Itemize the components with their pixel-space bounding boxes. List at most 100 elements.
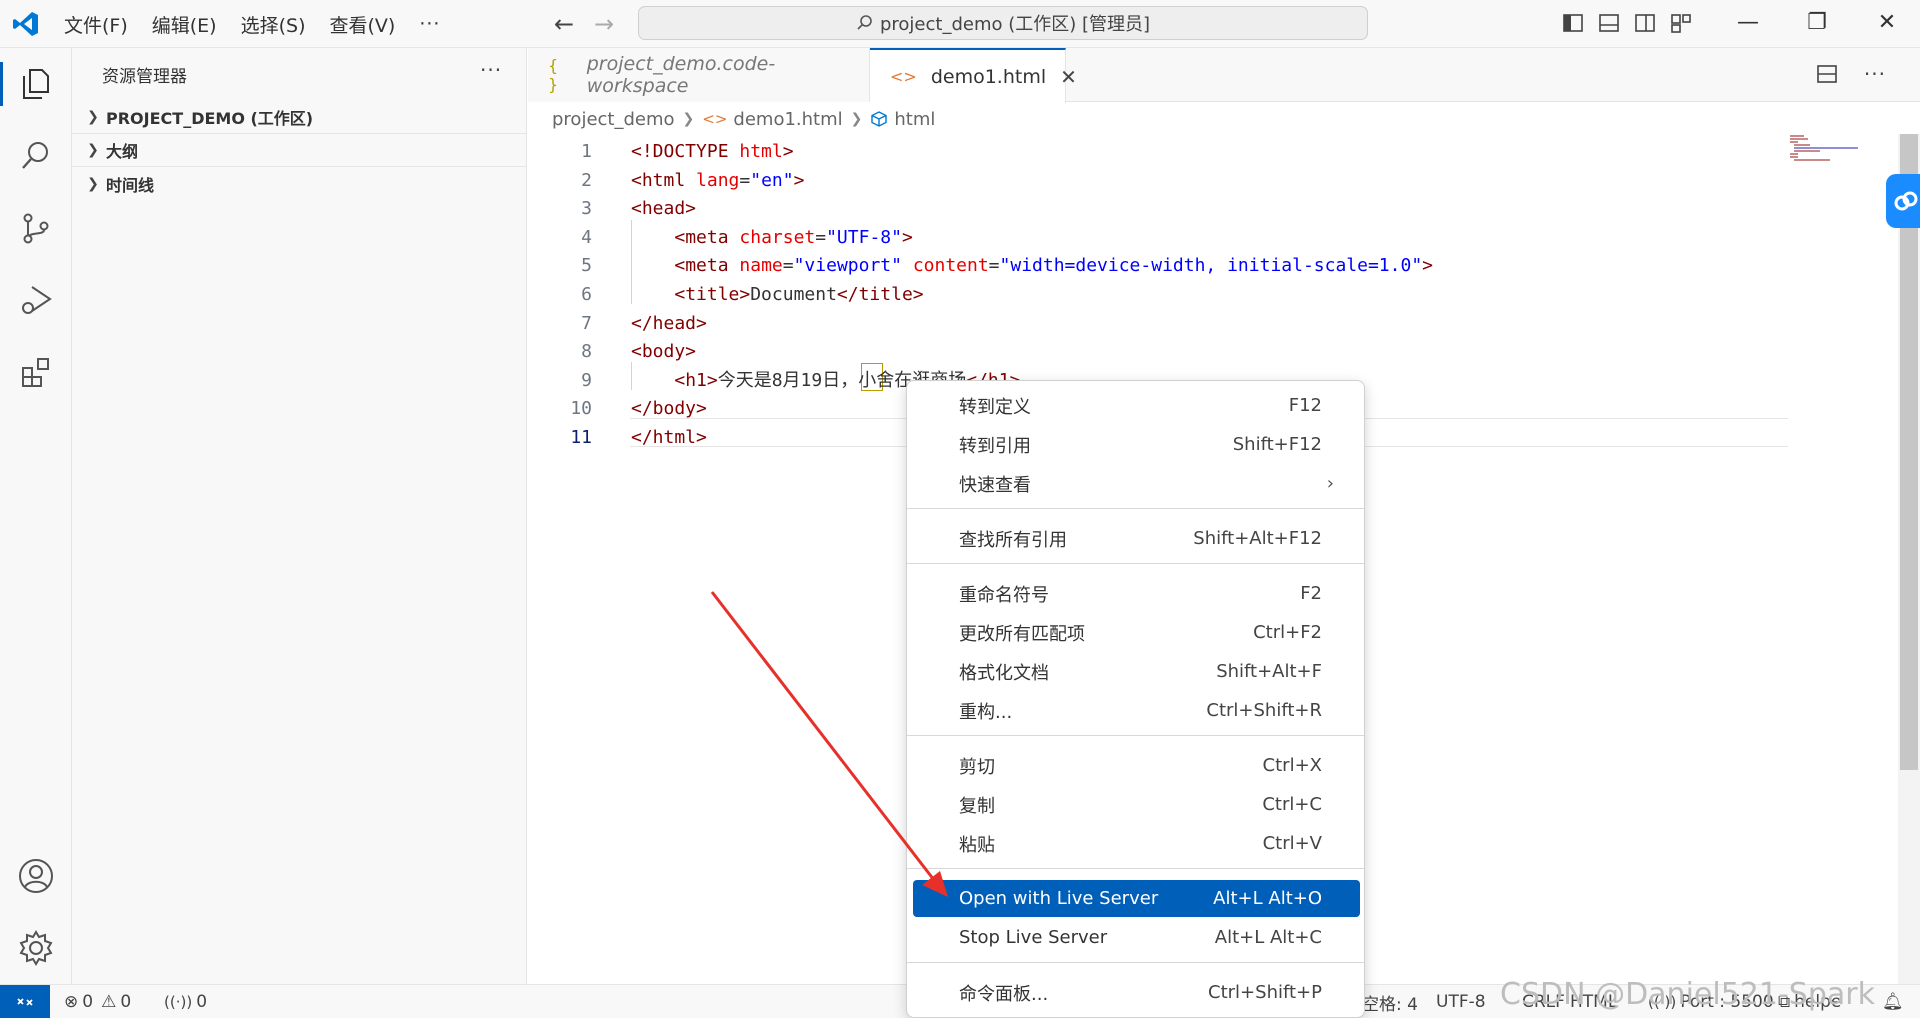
customize-layout-icon[interactable]: [1670, 12, 1692, 34]
menu-selection[interactable]: 选择(S): [241, 11, 306, 38]
menu-more-button[interactable]: ···: [419, 13, 440, 35]
accounts-button[interactable]: [14, 854, 58, 898]
vertical-scrollbar[interactable]: [1898, 134, 1920, 984]
search-icon: [22, 142, 48, 169]
code-line[interactable]: 7 </head>: [528, 310, 1898, 338]
menu-item-label: 粘贴: [959, 834, 995, 856]
menu-item[interactable]: 重命名符号 F2: [913, 575, 1360, 612]
close-window-button[interactable]: ✕: [1872, 8, 1902, 38]
editor-more-button[interactable]: ···: [1864, 62, 1886, 86]
error-icon: ⊗: [64, 992, 79, 1012]
code-line[interactable]: 6 <title>Document</title>: [528, 281, 1898, 309]
toggle-primary-sidebar-icon[interactable]: [1562, 12, 1584, 34]
forward-arrow-icon[interactable]: →: [594, 10, 614, 38]
warning-icon: ⚠: [101, 992, 117, 1012]
section-label: 时间线: [106, 175, 155, 195]
code-token: "width=device-width, initial-scale=1.0": [999, 255, 1423, 277]
code-text: <title>Document</title>: [631, 281, 923, 309]
tab-demo1-html[interactable]: <> demo1.html ✕: [870, 48, 1077, 103]
menu-item-label: Stop Live Server: [959, 927, 1108, 948]
menu-item[interactable]: 复制 Ctrl+C: [913, 786, 1360, 823]
toggle-secondary-sidebar-icon[interactable]: [1634, 12, 1656, 34]
encoding-indicator[interactable]: UTF-8: [1436, 985, 1486, 1018]
breadcrumb-item[interactable]: project_demo: [552, 109, 675, 130]
section-workspace[interactable]: ❯ PROJECT_DEMO (工作区): [72, 101, 527, 134]
code-line[interactable]: 5 <meta name="viewport" content="width=d…: [528, 252, 1898, 280]
menu-item-label: 更改所有匹配项: [959, 623, 1085, 645]
warning-count: 0: [120, 992, 132, 1012]
command-center[interactable]: project_demo (工作区) [管理员]: [638, 6, 1368, 40]
menu-view[interactable]: 查看(V): [330, 11, 396, 38]
menu-item-label: 查找所有引用: [959, 529, 1067, 551]
tab-workspace-file[interactable]: { } project_demo.code-workspace: [528, 48, 870, 102]
extensions-button[interactable]: [14, 350, 58, 394]
link-icon: [1894, 191, 1918, 211]
code-line[interactable]: 3 <head>: [528, 195, 1898, 223]
chevron-right-icon: ❯: [87, 109, 99, 125]
menu-item[interactable]: Open with Live Server Alt+L Alt+O: [913, 880, 1360, 917]
menu-item[interactable]: 格式化文档 Shift+Alt+F: [913, 653, 1360, 690]
section-outline[interactable]: ❯ 大纲: [72, 134, 527, 167]
json-file-icon: { }: [548, 56, 559, 94]
sidebar-more-button[interactable]: ···: [480, 58, 502, 82]
menu-item-shortcut: Alt+L Alt+O: [1213, 888, 1322, 909]
menu-item[interactable]: 查找所有引用 Shift+Alt+F12: [913, 520, 1360, 557]
menu-edit[interactable]: 编辑(E): [152, 11, 217, 38]
minimize-button[interactable]: —: [1733, 8, 1763, 38]
back-arrow-icon[interactable]: ←: [554, 10, 574, 38]
notifications-bell-icon[interactable]: 🔔︎: [1882, 985, 1904, 1018]
menu-item[interactable]: 快速查看 ›: [913, 465, 1360, 502]
code-text: <html lang="en">: [631, 167, 804, 195]
section-timeline[interactable]: ❯ 时间线: [72, 167, 527, 200]
line-number: 9: [581, 369, 592, 391]
code-text: </head>: [631, 310, 707, 338]
menu-item[interactable]: 更改所有匹配项 Ctrl+F2: [913, 614, 1360, 651]
indentation-indicator[interactable]: 空格: 4: [1362, 985, 1418, 1018]
menu-item[interactable]: 命令面板... Ctrl+Shift+P: [913, 974, 1360, 1011]
problems-indicator[interactable]: ⊗ 0 ⚠ 0: [64, 985, 131, 1018]
breadcrumb-item[interactable]: demo1.html: [733, 109, 842, 130]
floating-assistant-button[interactable]: [1886, 174, 1920, 228]
breadcrumb-item[interactable]: html: [894, 109, 935, 130]
menu-item-label: 格式化文档: [959, 662, 1049, 684]
menu-file[interactable]: 文件(F): [64, 11, 128, 38]
menu-item[interactable]: 重构... Ctrl+Shift+R: [913, 692, 1360, 729]
run-debug-button[interactable]: [14, 278, 58, 322]
menu-separator: [907, 735, 1364, 736]
ports-indicator[interactable]: ((·)) 0: [164, 985, 207, 1018]
explorer-button[interactable]: [14, 62, 58, 106]
minimap[interactable]: [1790, 134, 1860, 164]
toggle-panel-icon[interactable]: [1598, 12, 1620, 34]
code-line[interactable]: 2 <html lang="en">: [528, 167, 1898, 195]
close-tab-icon[interactable]: ✕: [1060, 65, 1077, 89]
manage-button[interactable]: [14, 926, 58, 970]
code-line[interactable]: 1 <!DOCTYPE html>: [528, 138, 1898, 166]
code-token: lang: [696, 169, 740, 191]
menu-item[interactable]: Stop Live Server Alt+L Alt+C: [913, 919, 1360, 956]
tab-label: demo1.html: [930, 65, 1047, 88]
code-token: <meta: [674, 226, 740, 248]
broadcast-icon: ((·)): [164, 993, 193, 1011]
command-center-label: project_demo (工作区) [管理员]: [879, 14, 1151, 35]
menu-item-label: 剪切: [959, 756, 995, 778]
source-control-button[interactable]: [14, 206, 58, 250]
split-editor-icon[interactable]: [1816, 63, 1838, 85]
code-line[interactable]: 8 <body>: [528, 338, 1898, 366]
restore-button[interactable]: ❐: [1802, 8, 1832, 38]
search-button[interactable]: [14, 134, 58, 178]
code-token: </head>: [631, 312, 707, 334]
menu-item[interactable]: 剪切 Ctrl+X: [913, 747, 1360, 784]
code-line[interactable]: 4 <meta charset="UTF-8">: [528, 224, 1898, 252]
account-icon: [19, 859, 53, 893]
menu-item-shortcut: Ctrl+F2: [1253, 622, 1322, 643]
section-label: 大纲: [106, 142, 139, 161]
code-text: </html>: [631, 424, 707, 452]
code-text: <meta name="viewport" content="width=dev…: [631, 252, 1433, 280]
menu-item[interactable]: 转到定义 F12: [913, 387, 1360, 424]
menu-item[interactable]: 粘贴 Ctrl+V: [913, 825, 1360, 862]
scrollbar-thumb[interactable]: [1900, 134, 1918, 770]
menu-item[interactable]: 转到引用 Shift+F12: [913, 426, 1360, 463]
remote-indicator[interactable]: [0, 985, 50, 1018]
